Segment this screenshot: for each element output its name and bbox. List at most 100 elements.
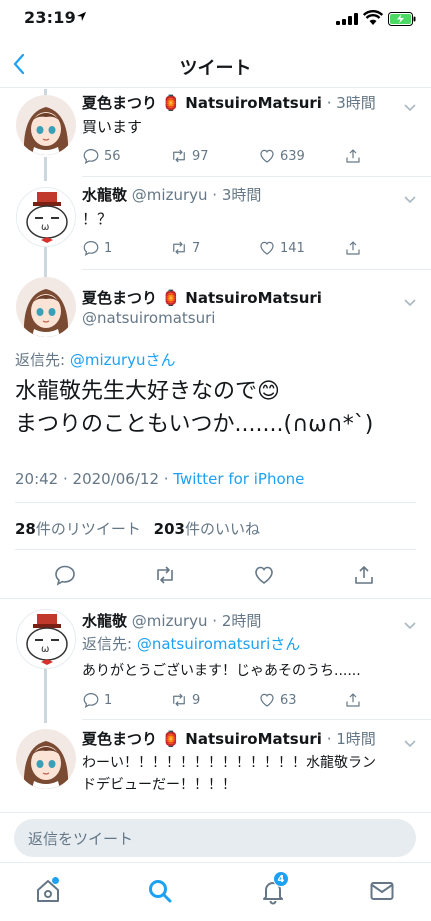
chevron-down-icon[interactable] — [403, 98, 417, 112]
tweet-timestamp: 20:42 · 2020/06/12 · Twitter for iPhone — [15, 470, 304, 488]
tweet[interactable]: 夏色まつり 🏮 NatsuiroMatsuri · 3時間 買います 56 97… — [0, 89, 431, 174]
share-icon — [346, 693, 360, 707]
retweet-icon — [173, 241, 185, 255]
divider — [82, 176, 431, 177]
reply-count: 56 — [104, 148, 121, 164]
share-button[interactable] — [344, 237, 362, 259]
handle[interactable]: @mizuryu — [132, 612, 208, 630]
cellular-signal-icon — [336, 13, 358, 25]
reply-input[interactable]: 返信をツイート — [14, 819, 416, 857]
source-link[interactable]: Twitter for iPhone — [173, 470, 304, 488]
chevron-down-icon[interactable] — [403, 293, 417, 307]
tweet-text: 買います — [82, 118, 143, 136]
reply-button[interactable]: 1 — [82, 689, 112, 711]
reply-suffix: さん — [145, 351, 176, 369]
messages-icon[interactable] — [368, 877, 396, 905]
reply-to-line: 返信先: @mizuryuさん — [15, 349, 176, 370]
wifi-icon — [362, 10, 384, 26]
home-icon[interactable] — [34, 877, 62, 905]
reply-button[interactable]: 56 — [82, 145, 121, 167]
retweet-count: 9 — [192, 692, 201, 708]
tweet-text-line2: まつりのこともいつか.......(∩ω∩*`) — [15, 412, 374, 437]
divider — [82, 719, 431, 720]
page-title: ツイート — [179, 58, 252, 79]
heart-icon — [260, 241, 274, 255]
focused-tweet: 夏色まつり 🏮 NatsuiroMatsuri @natsuiromatsuri… — [0, 277, 431, 607]
avatar[interactable] — [16, 277, 76, 337]
status-bar: 23:19 — [0, 0, 431, 36]
tweet-actions: 1 9 63 — [82, 689, 382, 711]
display-name-en[interactable]: NatsuiroMatsuri — [185, 94, 322, 112]
notification-badge: 4 — [273, 871, 289, 887]
retweet-icon[interactable] — [153, 563, 177, 587]
display-name[interactable]: 水龍敬 — [82, 612, 127, 630]
reply-button[interactable]: 1 — [82, 237, 112, 259]
lantern-emoji: 🏮 — [161, 730, 181, 748]
chevron-down-icon[interactable] — [403, 616, 417, 630]
notifications-icon[interactable]: 4 — [259, 871, 289, 905]
tweet-text: ありがとうございます！じゃあそのうち...... — [82, 663, 361, 679]
tweet-time: · 3時間 — [326, 94, 376, 112]
like-stat[interactable]: 203件のいいね — [154, 520, 260, 538]
like-count: 63 — [280, 692, 297, 708]
nav-bar: ツイート — [0, 44, 431, 88]
heart-icon[interactable] — [252, 563, 276, 587]
display-name-en[interactable]: NatsuiroMatsuri — [185, 730, 322, 748]
reply-icon[interactable] — [53, 563, 77, 587]
divider — [82, 269, 431, 270]
battery-charging-icon — [388, 11, 416, 26]
reply-tweet[interactable]: 夏色まつり 🏮 NatsuiroMatsuri · 1時間 わーい！！！！！！！… — [0, 723, 431, 809]
retweet-icon — [173, 693, 185, 707]
tweet-actions: 56 97 639 — [82, 145, 382, 167]
display-name[interactable]: 夏色まつり — [82, 730, 157, 748]
like-button[interactable]: 639 — [258, 145, 305, 167]
reply-icon — [83, 149, 99, 164]
reply-icon — [83, 241, 99, 256]
tweet-text-line1: わーい！！！！！！！！！！！！！水龍敬ラン — [82, 755, 376, 771]
avatar[interactable] — [16, 729, 76, 789]
svg-text:ω: ω — [41, 644, 49, 655]
like-button[interactable]: 63 — [258, 689, 297, 711]
share-icon[interactable] — [352, 563, 376, 587]
tweet[interactable]: ω 水龍敬 @mizuryu · 3時間 ！？ 1 7 141 — [0, 181, 431, 266]
avatar[interactable] — [16, 95, 76, 155]
tweet-actions: 1 7 141 — [82, 237, 382, 259]
reply-count: 1 — [104, 692, 113, 708]
tweet-time: · 2時間 — [212, 612, 262, 630]
like-count: 141 — [280, 240, 305, 256]
divider — [0, 598, 431, 599]
like-count: 639 — [280, 148, 305, 164]
reply-tweet[interactable]: ω 水龍敬 @mizuryu · 2時間 返信先: @natsuiromatsu… — [0, 601, 431, 711]
retweet-count: 7 — [192, 240, 201, 256]
tweet-text-line2: ドデビューだー！！！！ — [82, 777, 236, 793]
tweet-time: · 1時間 — [326, 730, 376, 748]
reply-to-link[interactable]: @mizuryu — [70, 351, 146, 369]
display-name-en[interactable]: NatsuiroMatsuri — [185, 289, 322, 307]
retweet-button[interactable]: 7 — [170, 237, 200, 259]
display-name[interactable]: 夏色まつり — [82, 94, 157, 112]
search-icon[interactable] — [146, 877, 174, 905]
share-button[interactable] — [344, 689, 362, 711]
retweet-button[interactable]: 9 — [170, 689, 200, 711]
chevron-down-icon[interactable] — [403, 734, 417, 748]
retweet-stat[interactable]: 28件のリツイート — [15, 520, 141, 538]
like-button[interactable]: 141 — [258, 237, 305, 259]
unread-dot — [52, 877, 59, 884]
retweet-count: 97 — [192, 148, 209, 164]
focused-tweet-actions — [0, 563, 431, 593]
heart-icon — [260, 693, 274, 707]
chevron-down-icon[interactable] — [403, 190, 417, 204]
reply-to-link[interactable]: @natsuiromatsuri — [137, 635, 270, 653]
divider — [15, 502, 416, 503]
tweet-time: · 3時間 — [212, 186, 262, 204]
display-name[interactable]: 夏色まつり — [82, 289, 157, 307]
engagement-stats: 28件のリツイート 203件のいいね — [15, 518, 260, 539]
handle[interactable]: @mizuryu — [132, 186, 208, 204]
avatar[interactable]: ω — [16, 187, 76, 247]
share-icon — [346, 149, 360, 163]
share-button[interactable] — [344, 145, 362, 167]
retweet-button[interactable]: 97 — [170, 145, 209, 167]
avatar[interactable]: ω — [16, 609, 76, 669]
display-name[interactable]: 水龍敬 — [82, 186, 127, 204]
handle[interactable]: @natsuiromatsuri — [82, 309, 215, 327]
